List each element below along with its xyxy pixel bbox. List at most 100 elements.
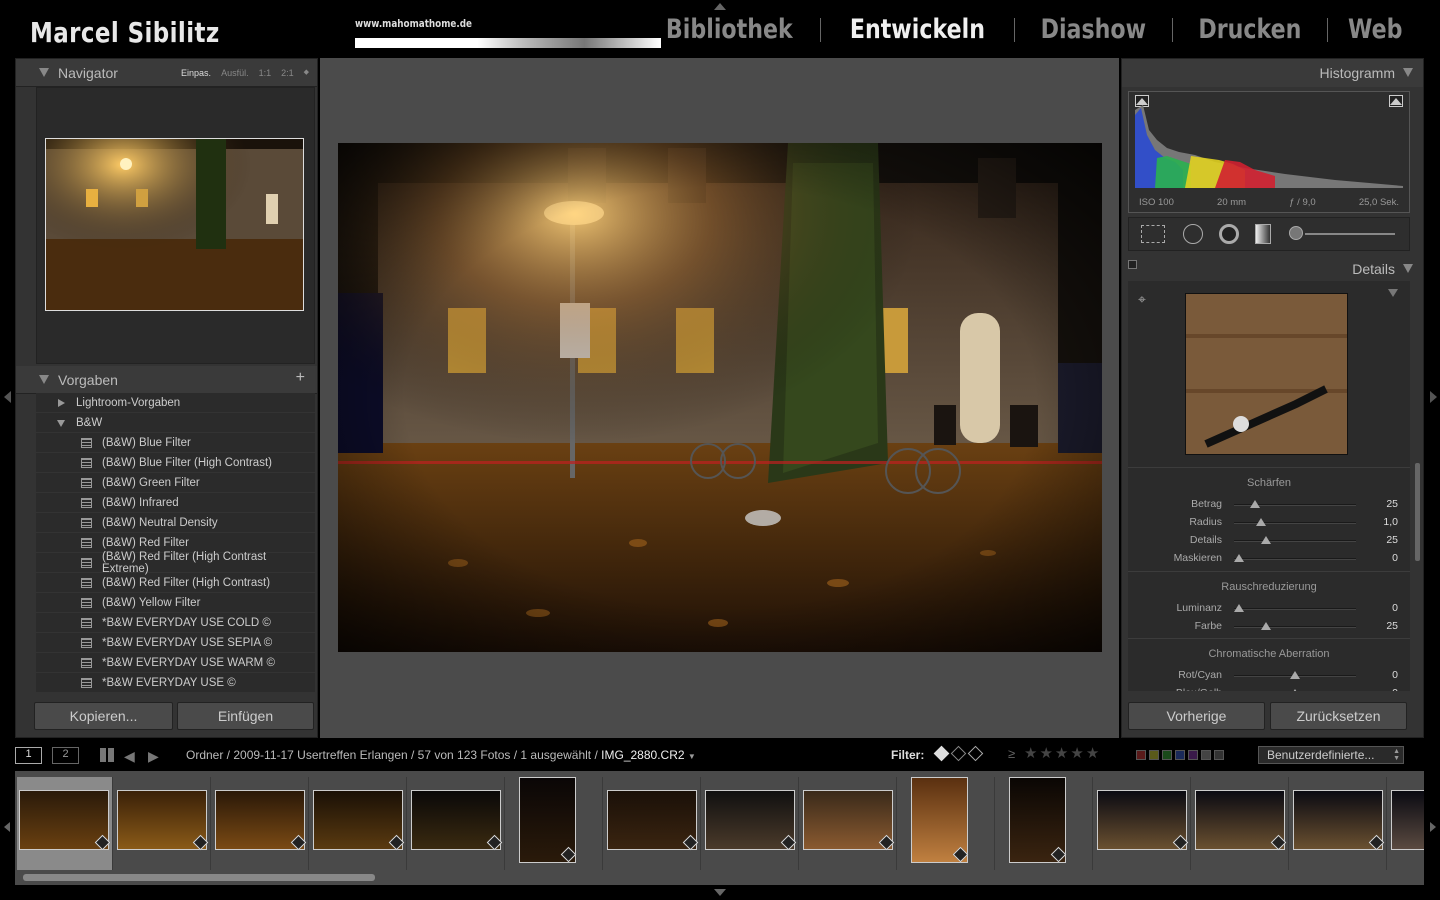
target-picker-icon[interactable]: ⌖ [1138, 291, 1146, 308]
right-panel-scrollbar[interactable] [1415, 463, 1420, 561]
star-icon[interactable]: ★ [1070, 745, 1085, 762]
slider-value[interactable]: 25 [1386, 534, 1398, 546]
details-header[interactable]: Details [1122, 255, 1423, 283]
thumbnail[interactable] [1291, 777, 1387, 870]
thumbnail[interactable] [605, 777, 701, 870]
zoom-1-1[interactable]: 1:1 [259, 68, 272, 78]
collapse-right-panel-icon[interactable] [1430, 391, 1437, 403]
thumbnail[interactable] [507, 777, 603, 870]
star-icon[interactable]: ★ [1024, 745, 1039, 762]
reset-button[interactable]: Zurücksetzen [1270, 702, 1407, 730]
preset-folder[interactable]: Lightroom-Vorgaben [36, 393, 315, 413]
slider-value[interactable]: 0 [1392, 687, 1398, 691]
red-eye-icon[interactable] [1219, 224, 1239, 244]
custom-filter-select[interactable]: Benutzerdefinierte... ▲ ▼ [1258, 746, 1404, 764]
slider-track[interactable] [1234, 540, 1356, 542]
slider-track[interactable] [1234, 522, 1356, 524]
slider-track[interactable] [1234, 608, 1356, 610]
slider-value[interactable]: 0 [1392, 552, 1398, 564]
presets-header[interactable]: Vorgaben + [16, 366, 317, 394]
details-collapse-icon[interactable] [1403, 264, 1413, 273]
main-screen-button[interactable]: 1 [15, 747, 42, 764]
histogram-graph[interactable]: ISO 100 20 mm ƒ / 9,0 25,0 Sek. [1128, 91, 1410, 213]
graduated-filter-icon[interactable] [1255, 224, 1271, 244]
thumbnail[interactable] [1095, 777, 1191, 870]
color-purple-filter[interactable] [1188, 750, 1198, 760]
slider-knob[interactable] [1260, 536, 1271, 544]
navigator-collapse-icon[interactable] [39, 68, 49, 77]
grid-view-icon[interactable] [100, 748, 114, 762]
slider-value[interactable]: 0 [1392, 669, 1398, 681]
preset-item[interactable]: *B&W EVERYDAY USE WARM © [36, 653, 315, 673]
slider-knob[interactable] [1260, 622, 1271, 630]
module-develop[interactable]: Entwickeln [839, 14, 997, 45]
preset-folder[interactable]: B&W [36, 413, 315, 433]
zoom-fit[interactable]: Einpas. [181, 68, 211, 78]
preset-item[interactable]: *B&W EVERYDAY USE SEPIA © [36, 633, 315, 653]
star-icon[interactable]: ★ [1086, 745, 1101, 762]
thumbnail[interactable] [899, 777, 995, 870]
slider-value[interactable]: 1,0 [1383, 516, 1398, 528]
collapse-top-panel-icon[interactable] [714, 3, 726, 10]
star-icon[interactable]: ★ [1039, 745, 1054, 762]
thumbnail[interactable] [703, 777, 799, 870]
source-breadcrumb[interactable]: Ordner / 2009-11-17 Usertreffen Erlangen… [186, 748, 696, 762]
slider-knob[interactable] [1233, 554, 1244, 562]
collapse-bottom-panel-icon[interactable] [714, 889, 726, 896]
slider-knob[interactable] [1290, 689, 1300, 691]
flag-filter-rejected-icon[interactable] [967, 745, 984, 762]
color-none-filter[interactable] [1201, 750, 1211, 760]
navigator-header[interactable]: Navigator Einpas. Ausfül. 1:1 2:1 ◆ [16, 59, 317, 87]
zoom-more-icon[interactable]: ◆ [304, 68, 309, 78]
detail-preview-toggle-icon[interactable] [1388, 289, 1398, 297]
crop-tool-icon[interactable] [1141, 225, 1165, 243]
thumbnail[interactable] [115, 777, 211, 870]
rating-filter-stars[interactable]: ★★★★★ [1024, 744, 1101, 763]
copy-settings-button[interactable]: Kopieren... [34, 702, 173, 730]
histogram-header[interactable]: Histogramm [1122, 59, 1423, 87]
flag-filter-unflagged-icon[interactable] [950, 745, 967, 762]
slider-knob[interactable] [1255, 518, 1266, 526]
previous-photo-icon[interactable]: ◀ [124, 748, 135, 765]
adjustment-brush-icon[interactable] [1289, 226, 1303, 240]
main-photo[interactable] [338, 143, 1102, 652]
filmstrip-scroll-right-icon[interactable] [1430, 822, 1436, 832]
second-screen-button[interactable]: 2 [52, 747, 79, 764]
preset-item[interactable]: (B&W) Green Filter [36, 473, 315, 493]
paste-settings-button[interactable]: Einfügen [177, 702, 314, 730]
thumbnail[interactable] [409, 777, 505, 870]
slider-track[interactable] [1234, 558, 1356, 560]
slider-track[interactable] [1234, 626, 1356, 628]
preset-item[interactable]: (B&W) Blue Filter [36, 433, 315, 453]
thumbnail[interactable] [213, 777, 309, 870]
module-slideshow[interactable]: Diashow [1029, 14, 1157, 45]
detail-zoom-preview[interactable] [1185, 293, 1348, 455]
previous-button[interactable]: Vorherige [1128, 702, 1265, 730]
next-photo-icon[interactable]: ▶ [148, 748, 159, 765]
histogram-collapse-icon[interactable] [1403, 68, 1413, 77]
filmstrip-scrollbar[interactable] [23, 874, 375, 881]
slider-knob[interactable] [1233, 604, 1244, 612]
preset-item[interactable]: (B&W) Red Filter (High Contrast) [36, 573, 315, 593]
rating-operator[interactable]: ≥ [1008, 746, 1015, 761]
preset-item[interactable]: (B&W) Infrared [36, 493, 315, 513]
thumbnail[interactable] [1389, 777, 1424, 870]
module-library[interactable]: Bibliothek [654, 14, 804, 45]
flag-filter-picked-icon[interactable] [933, 745, 950, 762]
thumbnail[interactable] [311, 777, 407, 870]
add-preset-button[interactable]: + [296, 369, 305, 387]
thumbnail[interactable] [1193, 777, 1289, 870]
slider-knob[interactable] [1290, 671, 1300, 679]
slider-value[interactable]: 0 [1392, 602, 1398, 614]
thumbnail[interactable] [997, 777, 1093, 870]
slider-value[interactable]: 25 [1386, 620, 1398, 632]
zoom-fill[interactable]: Ausfül. [221, 68, 249, 78]
presets-collapse-icon[interactable] [39, 375, 49, 384]
thumbnail-selected[interactable] [17, 777, 113, 870]
module-print[interactable]: Drucken [1187, 14, 1313, 45]
slider-knob[interactable] [1249, 500, 1260, 508]
thumbnail[interactable] [801, 777, 897, 870]
preset-item[interactable]: *B&W EVERYDAY USE COLD © [36, 613, 315, 633]
preset-item[interactable]: (B&W) Red Filter (High Contrast Extreme) [36, 551, 315, 575]
spot-removal-icon[interactable] [1183, 224, 1203, 244]
